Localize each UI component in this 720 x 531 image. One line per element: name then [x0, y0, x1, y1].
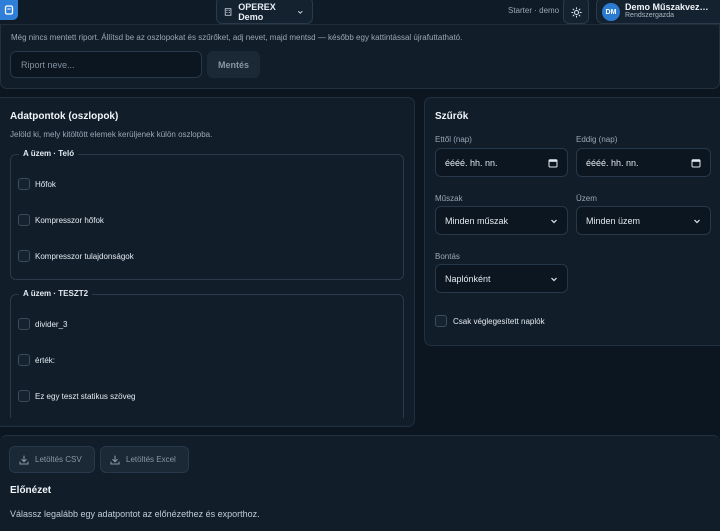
calendar-icon: [548, 158, 558, 167]
only-final-filter[interactable]: Csak véglegesített naplók: [435, 315, 545, 327]
datapoints-subtitle: Jelöld ki, mely kitöltött elemek kerülje…: [10, 130, 213, 139]
plant-value: Minden üzem: [586, 215, 641, 226]
user-name: Demo Műszakvez…: [625, 2, 709, 12]
datapoint-label: Kompresszor tulajdonságok: [35, 251, 134, 261]
datapoint-label: érték:: [35, 355, 56, 365]
from-date-input[interactable]: éééé. hh. nn.: [435, 148, 568, 177]
logo-icon: [4, 5, 14, 15]
export-panel: Letöltés CSV Letöltés Excel Előnézet Vál…: [0, 435, 720, 531]
to-date-label: Eddig (nap): [576, 135, 618, 144]
to-date-value: éééé. hh. nn.: [586, 157, 639, 168]
checkbox[interactable]: [18, 250, 30, 262]
tenant-switcher[interactable]: OPEREX Demo: [216, 0, 313, 24]
chevron-down-icon: [694, 219, 700, 223]
plant-label: Üzem: [576, 194, 597, 203]
checkbox[interactable]: [18, 354, 30, 366]
shift-label: Műszak: [435, 194, 463, 203]
datapoint-label: Ez egy teszt statikus szöveg: [35, 391, 136, 401]
datapoint-item[interactable]: Kompresszor tulajdonságok: [18, 250, 134, 262]
from-date-value: éééé. hh. nn.: [445, 157, 498, 168]
report-name-input[interactable]: [10, 51, 202, 78]
chevron-down-icon: [551, 219, 557, 223]
avatar: DM: [602, 3, 620, 21]
theme-toggle-button[interactable]: [563, 0, 589, 24]
checkbox[interactable]: [18, 214, 30, 226]
datapoint-label: divider_3: [35, 319, 68, 329]
only-final-label: Csak véglegesített naplók: [453, 316, 545, 326]
building-icon: [224, 8, 232, 16]
preview-empty-message: Válassz legalább egy adatpontot az előné…: [10, 509, 260, 519]
filters-panel: Szűrők Ettől (nap) éééé. hh. nn. Eddig (…: [424, 97, 720, 346]
checkbox[interactable]: [18, 390, 30, 402]
user-role: Rendszergazda: [625, 12, 675, 19]
to-date-input[interactable]: éééé. hh. nn.: [576, 148, 711, 177]
datapoint-item[interactable]: Kompresszor hőfok: [18, 214, 104, 226]
group-label: A üzem · TESZT2: [19, 289, 93, 298]
plan-label: Starter · demo: [508, 6, 560, 15]
checkbox[interactable]: [435, 315, 447, 327]
chevron-down-icon: [551, 277, 557, 281]
chevron-down-icon: [298, 10, 304, 14]
download-icon: [110, 454, 120, 465]
datapoint-group: A üzem · TESZT2 divider_3 érték: Ez egy …: [10, 289, 404, 418]
filters-title: Szűrők: [435, 111, 469, 122]
saved-report-info: Még nincs mentett riport. Állítsd be az …: [11, 33, 463, 42]
checkbox[interactable]: [18, 178, 30, 190]
datapoint-label: Hőfok: [35, 179, 56, 189]
breakdown-value: Naplónként: [445, 273, 491, 284]
top-bar: OPEREX Demo Starter · demo DM Demo Műsza…: [0, 0, 720, 25]
breakdown-label: Bontás: [435, 252, 460, 261]
user-menu[interactable]: DM Demo Műszakvez… Rendszergazda: [596, 0, 720, 24]
from-date-label: Ettől (nap): [435, 135, 472, 144]
datapoint-item[interactable]: divider_3: [18, 318, 67, 330]
download-csv-button[interactable]: Letöltés CSV: [9, 446, 95, 473]
datapoint-item[interactable]: érték:: [18, 354, 55, 366]
datapoint-label: Kompresszor hőfok: [35, 215, 104, 225]
app-logo[interactable]: [0, 0, 18, 20]
shift-value: Minden műszak: [445, 215, 509, 226]
breakdown-select[interactable]: Naplónként: [435, 264, 568, 293]
datapoint-item[interactable]: Hőfok: [18, 178, 56, 190]
datapoints-panel: Adatpontok (oszlopok) Jelöld ki, mely ki…: [0, 97, 415, 427]
shift-select[interactable]: Minden műszak: [435, 206, 568, 235]
datapoints-title: Adatpontok (oszlopok): [10, 111, 119, 122]
download-icon: [19, 454, 29, 465]
tenant-name: OPEREX Demo: [238, 2, 276, 22]
plant-select[interactable]: Minden üzem: [576, 206, 711, 235]
group-label: A üzem · Teló: [19, 149, 79, 158]
download-excel-label: Letöltés Excel: [126, 455, 176, 464]
sun-icon: [570, 6, 582, 18]
checkbox[interactable]: [18, 318, 30, 330]
calendar-icon: [691, 158, 701, 167]
download-excel-button[interactable]: Letöltés Excel: [100, 446, 189, 473]
download-csv-label: Letöltés CSV: [35, 455, 82, 464]
save-button[interactable]: Mentés: [207, 51, 260, 78]
datapoint-group: A üzem · Teló Hőfok Kompresszor hőfok Ko…: [10, 149, 404, 280]
datapoint-item[interactable]: Ez egy teszt statikus szöveg: [18, 390, 136, 402]
preview-title: Előnézet: [10, 485, 52, 496]
